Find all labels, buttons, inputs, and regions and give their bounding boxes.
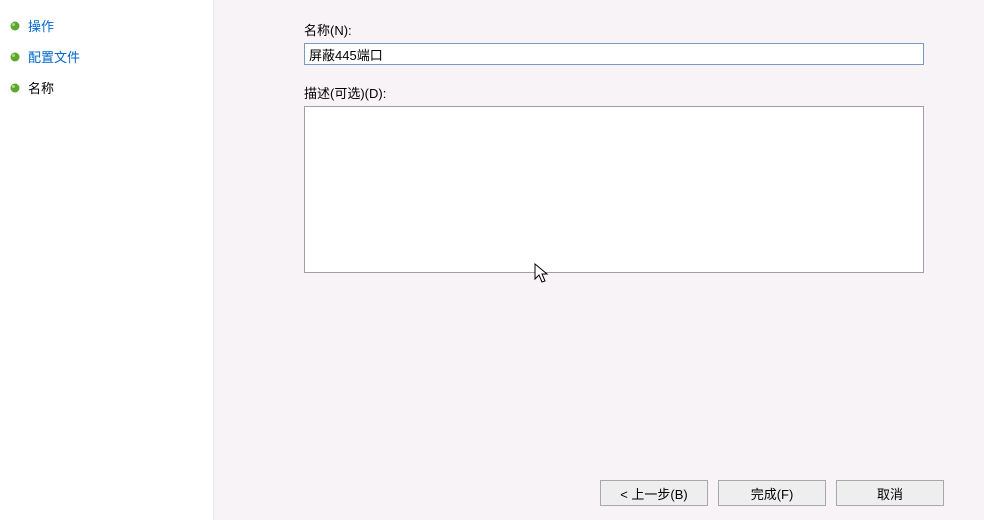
description-label: 描述(可选)(D): [304, 83, 924, 102]
finish-button[interactable]: 完成(F) [718, 480, 826, 506]
sidebar: 操作 配置文件 名称 [0, 0, 214, 520]
sidebar-item-profile[interactable]: 配置文件 [0, 41, 213, 72]
bullet-icon [8, 81, 22, 95]
cancel-button[interactable]: 取消 [836, 480, 944, 506]
sidebar-item-name[interactable]: 名称 [0, 72, 213, 103]
description-textarea[interactable] [304, 106, 924, 273]
name-field-group: 名称(N): [304, 20, 924, 65]
sidebar-item-label: 配置文件 [28, 47, 80, 66]
sidebar-item-operation[interactable]: 操作 [0, 10, 213, 41]
wizard-container: 操作 配置文件 名称 名称(N): 描述(可选)(D): [0, 0, 984, 520]
bullet-icon [8, 19, 22, 33]
main-panel: 名称(N): 描述(可选)(D): < 上一步(B) 完成(F) 取消 [214, 0, 984, 520]
name-input[interactable] [304, 43, 924, 65]
sidebar-item-label: 操作 [28, 16, 54, 35]
name-label: 名称(N): [304, 20, 924, 39]
bullet-icon [8, 50, 22, 64]
button-row: < 上一步(B) 完成(F) 取消 [600, 480, 944, 506]
back-button[interactable]: < 上一步(B) [600, 480, 708, 506]
description-field-group: 描述(可选)(D): [304, 83, 924, 276]
sidebar-item-label: 名称 [28, 78, 54, 97]
